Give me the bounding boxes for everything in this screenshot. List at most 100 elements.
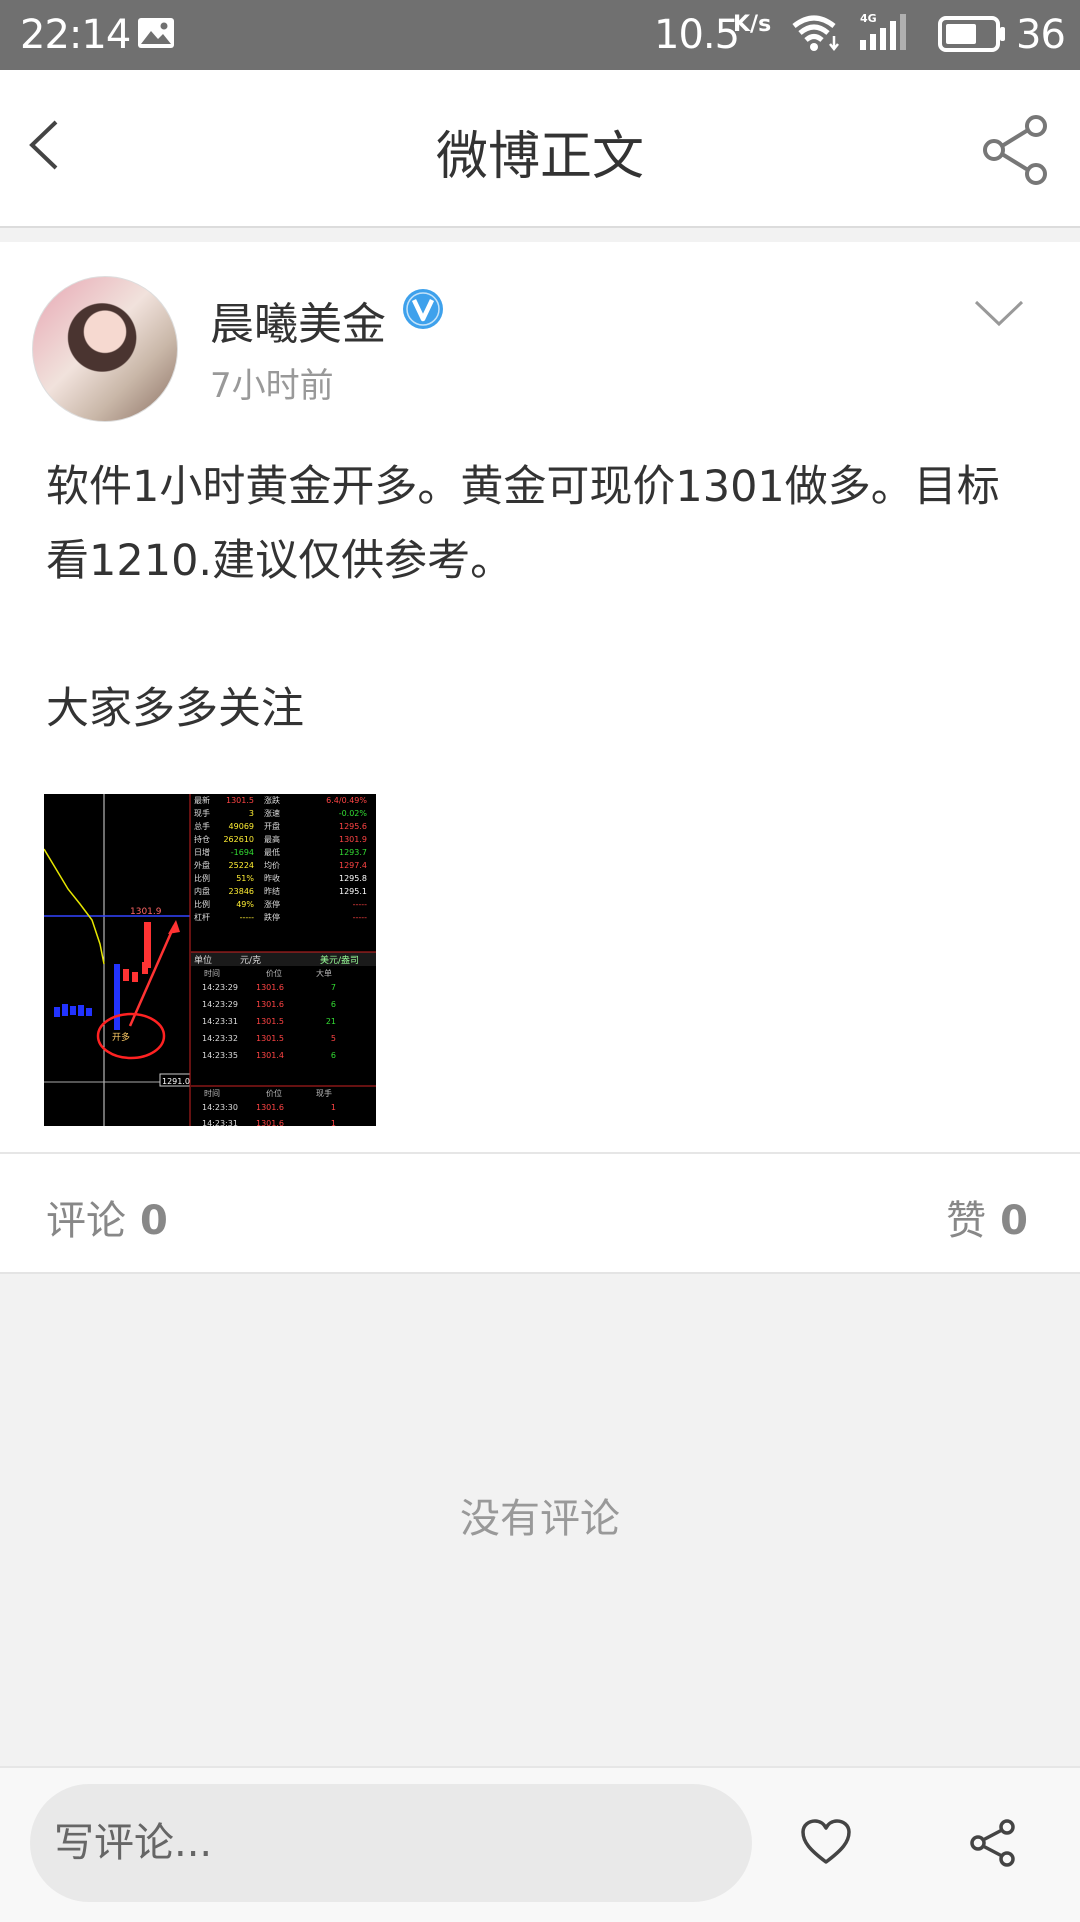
quote-label: 内盘 — [194, 886, 210, 896]
trade-price: 1301.6 — [256, 1000, 284, 1009]
quote-value: 262610 — [223, 835, 254, 844]
quote-label: 开盘 — [264, 821, 280, 831]
unit-value: 元/克 — [240, 955, 261, 966]
quote-label: 涨停 — [264, 899, 280, 909]
trade-time: 14:23:35 — [202, 1051, 238, 1060]
trade-time: 14:23:29 — [202, 1000, 238, 1009]
status-bar: 22:14 10.5 K/s 4G 36 — [0, 0, 1080, 70]
quote-label: 杠杆 — [194, 912, 210, 922]
trade-header: 价位 — [266, 1088, 282, 1098]
empty-comments-message: 没有评论 — [460, 1496, 620, 1542]
quote-value: 6.4/0.49% — [326, 796, 367, 805]
quote-value: 49069 — [229, 822, 254, 831]
quote-label: 涨跌 — [264, 795, 280, 805]
quote-label: 现手 — [194, 808, 210, 818]
quote-value: 1295.1 — [339, 887, 367, 896]
quote-value: 1301.5 — [226, 796, 254, 805]
net-speed: 10.5 — [654, 12, 740, 58]
top-navigation-bar: 微博正文 — [0, 70, 1080, 228]
quote-label: 昨结 — [264, 886, 280, 896]
quote-value: 23846 — [229, 887, 254, 896]
quote-value: 1295.6 — [339, 822, 367, 831]
battery-icon — [938, 16, 1005, 52]
image-icon — [138, 18, 174, 48]
quote-value: -1694 — [231, 848, 254, 857]
chart-mark-label: 开多 — [112, 1031, 130, 1043]
trade-time: 14:23:31 — [202, 1119, 238, 1126]
likes-label: 赞 — [946, 1198, 987, 1244]
battery-level: 36 — [1016, 12, 1066, 58]
trade-time: 14:23:32 — [202, 1034, 238, 1043]
post-stats-bar: 评论 0 赞0 — [0, 1154, 1080, 1274]
author-name[interactable]: 晨曦美金 — [210, 288, 386, 352]
quote-label: 最高 — [264, 834, 280, 844]
post-image[interactable]: 1301.9 开多 1291.0 最新 1301.5 涨跌 6.4/0.49% 现手 3 涨… — [44, 794, 376, 1126]
quote-value: ----- — [353, 913, 368, 922]
likes-count: 0 — [1000, 1198, 1028, 1244]
trade-time: 14:23:30 — [202, 1103, 238, 1112]
share-icon[interactable] — [980, 114, 1052, 186]
trade-volume: 1 — [331, 1103, 336, 1112]
quote-label: 昨收 — [264, 873, 280, 883]
quote-value: ----- — [240, 913, 255, 922]
net-speed-unit: K/s — [733, 12, 772, 37]
quote-value: -0.02% — [339, 809, 368, 818]
trade-price: 1301.6 — [256, 1119, 284, 1126]
trade-time: 14:23:31 — [202, 1017, 238, 1026]
chart-low-label: 1291.0 — [162, 1077, 190, 1086]
trade-price: 1301.4 — [256, 1051, 284, 1060]
quote-label: 比例 — [194, 899, 210, 909]
svg-text:4G: 4G — [860, 12, 877, 25]
quote-label: 持仓 — [194, 834, 210, 844]
avatar[interactable] — [32, 276, 178, 422]
unit-label: 单位 — [194, 954, 212, 966]
trade-volume: 1 — [331, 1119, 336, 1126]
trade-volume: 6 — [331, 1000, 336, 1009]
quote-label: 最新 — [194, 795, 210, 805]
trade-volume: 5 — [331, 1034, 336, 1043]
trade-header: 价位 — [266, 968, 282, 978]
post-text: 软件1小时黄金开多。黄金可现价1301做多。目标看1210.建议仅供参考。 大家… — [46, 462, 1000, 734]
quote-value: 1301.9 — [339, 835, 367, 844]
bottom-action-bar — [0, 1766, 1080, 1922]
trade-header: 现手 — [316, 1088, 332, 1098]
quote-label: 均价 — [264, 860, 280, 870]
wifi-icon — [792, 15, 839, 52]
quote-label: 总手 — [194, 821, 210, 831]
quote-value: 25224 — [229, 861, 254, 870]
quote-label: 涨速 — [264, 808, 280, 818]
comments-label: 评论 — [46, 1198, 126, 1244]
trade-header: 时间 — [204, 968, 220, 978]
signal-4g-icon: 4G — [860, 12, 906, 50]
trade-volume: 21 — [326, 1017, 336, 1026]
trade-volume: 7 — [331, 983, 336, 992]
chart-high-label: 1301.9 — [130, 907, 162, 917]
quote-label: 外盘 — [194, 860, 210, 870]
likes-tab[interactable]: 赞0 — [946, 1188, 1028, 1246]
trade-time: 14:23:29 — [202, 983, 238, 992]
trade-price: 1301.6 — [256, 983, 284, 992]
share-icon[interactable] — [968, 1818, 1018, 1868]
heart-icon[interactable] — [800, 1818, 852, 1866]
quote-value: 1295.8 — [339, 874, 367, 883]
gold-quote-screenshot: 1301.9 开多 1291.0 最新 1301.5 涨跌 6.4/0.49% 现手 3 涨… — [44, 794, 376, 1126]
status-time: 22:14 — [20, 12, 131, 58]
quote-label: 跌停 — [264, 912, 280, 922]
verified-badge-icon — [403, 289, 443, 329]
comment-input[interactable] — [30, 1784, 752, 1902]
comments-count: 0 — [140, 1198, 168, 1244]
trade-price: 1301.5 — [256, 1034, 284, 1043]
page-title: 微博正文 — [435, 127, 644, 187]
unit-alt: 美元/盎司 — [320, 954, 359, 966]
quote-label: 日增 — [194, 847, 210, 857]
trade-header: 时间 — [204, 1088, 220, 1098]
trade-price: 1301.6 — [256, 1103, 284, 1112]
post-time: 7小时前 — [210, 366, 334, 406]
trade-header: 大单 — [316, 968, 332, 978]
comments-tab[interactable]: 评论 0 — [46, 1188, 168, 1246]
chevron-down-icon[interactable] — [972, 294, 1026, 330]
trade-price: 1301.5 — [256, 1017, 284, 1026]
quote-value: ----- — [353, 900, 368, 909]
quote-label: 最低 — [264, 847, 280, 857]
post-card: 晨曦美金 7小时前 软件1小时黄金开多。黄金可现价1301做多。目标看1210.… — [0, 242, 1080, 1152]
